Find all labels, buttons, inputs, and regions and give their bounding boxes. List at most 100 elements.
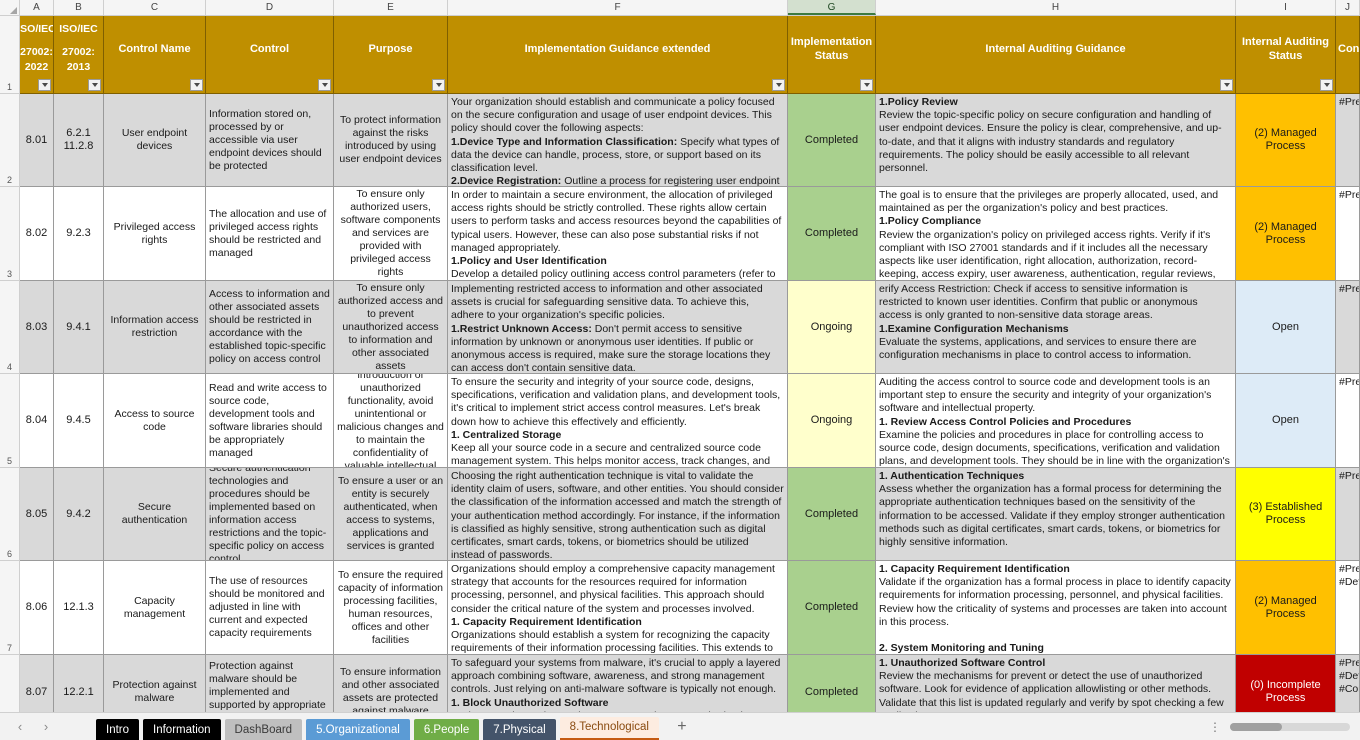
cell-purpose[interactable]: To ensure the required capacity of infor… bbox=[334, 561, 448, 655]
cell-control-type[interactable]: #Preven bbox=[1336, 374, 1360, 468]
cell-implementation-guidance[interactable]: In order to maintain a secure environmen… bbox=[448, 187, 788, 281]
cell-iso-2022[interactable]: 8.02 bbox=[20, 187, 54, 281]
column-header-d[interactable]: D bbox=[206, 0, 334, 15]
cell-iso-2013[interactable]: 9.4.1 bbox=[54, 281, 104, 374]
cell-control[interactable]: Secure authentication technologies and p… bbox=[206, 468, 334, 561]
prev-sheet-icon[interactable]: ‹ bbox=[12, 719, 28, 735]
cell-iso-2013[interactable]: 9.4.5 bbox=[54, 374, 104, 468]
cell-internal-auditing-guidance[interactable]: Auditing the access control to source co… bbox=[876, 374, 1236, 468]
filter-dropdown-c[interactable] bbox=[190, 79, 203, 91]
cell-implementation-status[interactable]: Completed bbox=[788, 655, 876, 712]
cell-internal-auditing-guidance[interactable]: erify Access Restriction: Check if acces… bbox=[876, 281, 1236, 374]
row-header-8[interactable]: 8 bbox=[0, 655, 20, 712]
cell-implementation-guidance[interactable]: Implementing restricted access to inform… bbox=[448, 281, 788, 374]
cell-implementation-guidance[interactable]: Your organization should establish and c… bbox=[448, 94, 788, 187]
cell-implementation-guidance[interactable]: Organizations should employ a comprehens… bbox=[448, 561, 788, 655]
row-header-5[interactable]: 5 bbox=[0, 374, 20, 468]
cell-implementation-guidance[interactable]: Choosing the right authentication techni… bbox=[448, 468, 788, 561]
cell-control[interactable]: The allocation and use of privileged acc… bbox=[206, 187, 334, 281]
cell-control-type[interactable]: #Preven bbox=[1336, 468, 1360, 561]
cell-implementation-status[interactable]: Completed bbox=[788, 94, 876, 187]
cell-control-type[interactable]: #Preven bbox=[1336, 281, 1360, 374]
cell-implementation-guidance[interactable]: To ensure the security and integrity of … bbox=[448, 374, 788, 468]
sheet-tab-information[interactable]: Information bbox=[143, 718, 221, 740]
cell-internal-auditing-guidance[interactable]: The goal is to ensure that the privilege… bbox=[876, 187, 1236, 281]
sheet-tab-intro[interactable]: Intro bbox=[96, 718, 140, 740]
sheet-tab-6-people[interactable]: 6.People bbox=[413, 718, 480, 740]
cell-control-type[interactable]: #Preven bbox=[1336, 187, 1360, 281]
cell-purpose[interactable]: To ensure only authorized access and to … bbox=[334, 281, 448, 374]
next-sheet-icon[interactable]: › bbox=[38, 719, 54, 735]
cell-iso-2022[interactable]: 8.04 bbox=[20, 374, 54, 468]
add-sheet-icon[interactable]: + bbox=[669, 716, 695, 738]
cell-iso-2022[interactable]: 8.03 bbox=[20, 281, 54, 374]
column-header-a[interactable]: A bbox=[20, 0, 54, 15]
cell-internal-auditing-status[interactable]: Open bbox=[1236, 281, 1336, 374]
select-all-corner[interactable] bbox=[0, 0, 20, 15]
filter-dropdown-e[interactable] bbox=[432, 79, 445, 91]
cell-control-type[interactable]: #Preven#Detect#Correct bbox=[1336, 655, 1360, 712]
cell-implementation-status[interactable]: Completed bbox=[788, 561, 876, 655]
cell-internal-auditing-guidance[interactable]: 1. Capacity Requirement Identification Va… bbox=[876, 561, 1236, 655]
cell-purpose[interactable]: To prevent the introduction of unauthori… bbox=[334, 374, 448, 468]
cell-internal-auditing-status[interactable]: (2) Managed Process bbox=[1236, 187, 1336, 281]
cell-internal-auditing-status[interactable]: (3) Established Process bbox=[1236, 468, 1336, 561]
cell-internal-auditing-status[interactable]: (2) Managed Process bbox=[1236, 561, 1336, 655]
cell-iso-2013[interactable]: 6.2.1 11.2.8 bbox=[54, 94, 104, 187]
cell-internal-auditing-guidance[interactable]: 1.Policy Review Review the topic-specific… bbox=[876, 94, 1236, 187]
cell-iso-2022[interactable]: 8.06 bbox=[20, 561, 54, 655]
cell-control-name[interactable]: Access to source code bbox=[104, 374, 206, 468]
column-header-e[interactable]: E bbox=[334, 0, 448, 15]
cell-purpose[interactable]: To protect information against the risks… bbox=[334, 94, 448, 187]
cell-iso-2013[interactable]: 9.4.2 bbox=[54, 468, 104, 561]
row-header-1[interactable]: 1 bbox=[0, 16, 20, 94]
cell-control-name[interactable]: Information access restriction bbox=[104, 281, 206, 374]
column-header-h[interactable]: H bbox=[876, 0, 1236, 15]
cell-internal-auditing-status[interactable]: (0) Incomplete Process bbox=[1236, 655, 1336, 712]
cell-implementation-status[interactable]: Completed bbox=[788, 187, 876, 281]
filter-dropdown-f[interactable] bbox=[772, 79, 785, 91]
cell-control[interactable]: Protection against malware should be imp… bbox=[206, 655, 334, 712]
cell-implementation-status[interactable]: Ongoing bbox=[788, 374, 876, 468]
filter-dropdown-b[interactable] bbox=[88, 79, 101, 91]
cell-internal-auditing-status[interactable]: (2) Managed Process bbox=[1236, 94, 1336, 187]
row-header-3[interactable]: 3 bbox=[0, 187, 20, 281]
filter-dropdown-d[interactable] bbox=[318, 79, 331, 91]
row-header-4[interactable]: 4 bbox=[0, 281, 20, 374]
cell-iso-2022[interactable]: 8.01 bbox=[20, 94, 54, 187]
sheet-tab-dashboard[interactable]: DashBoard bbox=[224, 718, 303, 740]
cell-control-name[interactable]: User endpoint devices bbox=[104, 94, 206, 187]
filter-dropdown-i[interactable] bbox=[1320, 79, 1333, 91]
cell-control[interactable]: Read and write access to source code, de… bbox=[206, 374, 334, 468]
cell-internal-auditing-guidance[interactable]: 1. Unauthorized Software Control Review t… bbox=[876, 655, 1236, 712]
cell-implementation-status[interactable]: Completed bbox=[788, 468, 876, 561]
filter-dropdown-a[interactable] bbox=[38, 79, 51, 91]
row-header-2[interactable]: 2 bbox=[0, 94, 20, 187]
cell-implementation-status[interactable]: Ongoing bbox=[788, 281, 876, 374]
cell-iso-2022[interactable]: 8.05 bbox=[20, 468, 54, 561]
cell-control-name[interactable]: Protection against malware bbox=[104, 655, 206, 712]
cell-control[interactable]: Access to information and other associat… bbox=[206, 281, 334, 374]
more-options-icon[interactable]: ⋮ bbox=[1209, 720, 1222, 734]
sheet-tab-5-organizational[interactable]: 5.Organizational bbox=[306, 718, 410, 740]
row-header-6[interactable]: 6 bbox=[0, 468, 20, 561]
row-header-7[interactable]: 7 bbox=[0, 561, 20, 655]
cell-iso-2013[interactable]: 12.2.1 bbox=[54, 655, 104, 712]
column-header-g[interactable]: G bbox=[788, 0, 876, 15]
column-header-b[interactable]: B bbox=[54, 0, 104, 15]
filter-dropdown-g[interactable] bbox=[860, 79, 873, 91]
column-header-i[interactable]: I bbox=[1236, 0, 1336, 15]
sheet-tab-7-physical[interactable]: 7.Physical bbox=[483, 718, 556, 740]
cell-purpose[interactable]: To ensure information and other associat… bbox=[334, 655, 448, 712]
cell-iso-2013[interactable]: 12.1.3 bbox=[54, 561, 104, 655]
cell-internal-auditing-guidance[interactable]: 1. Authentication Techniques Assess wheth… bbox=[876, 468, 1236, 561]
cell-iso-2013[interactable]: 9.2.3 bbox=[54, 187, 104, 281]
cell-control-name[interactable]: Privileged access rights bbox=[104, 187, 206, 281]
sheet-tab-8-technological[interactable]: 8.Technological bbox=[559, 716, 659, 740]
cell-control[interactable]: The use of resources should be monitored… bbox=[206, 561, 334, 655]
filter-dropdown-h[interactable] bbox=[1220, 79, 1233, 91]
cell-control-name[interactable]: Secure authentication bbox=[104, 468, 206, 561]
cell-purpose[interactable]: To ensure only authorized users, softwar… bbox=[334, 187, 448, 281]
column-header-c[interactable]: C bbox=[104, 0, 206, 15]
cell-implementation-guidance[interactable]: To safeguard your systems from malware, … bbox=[448, 655, 788, 712]
